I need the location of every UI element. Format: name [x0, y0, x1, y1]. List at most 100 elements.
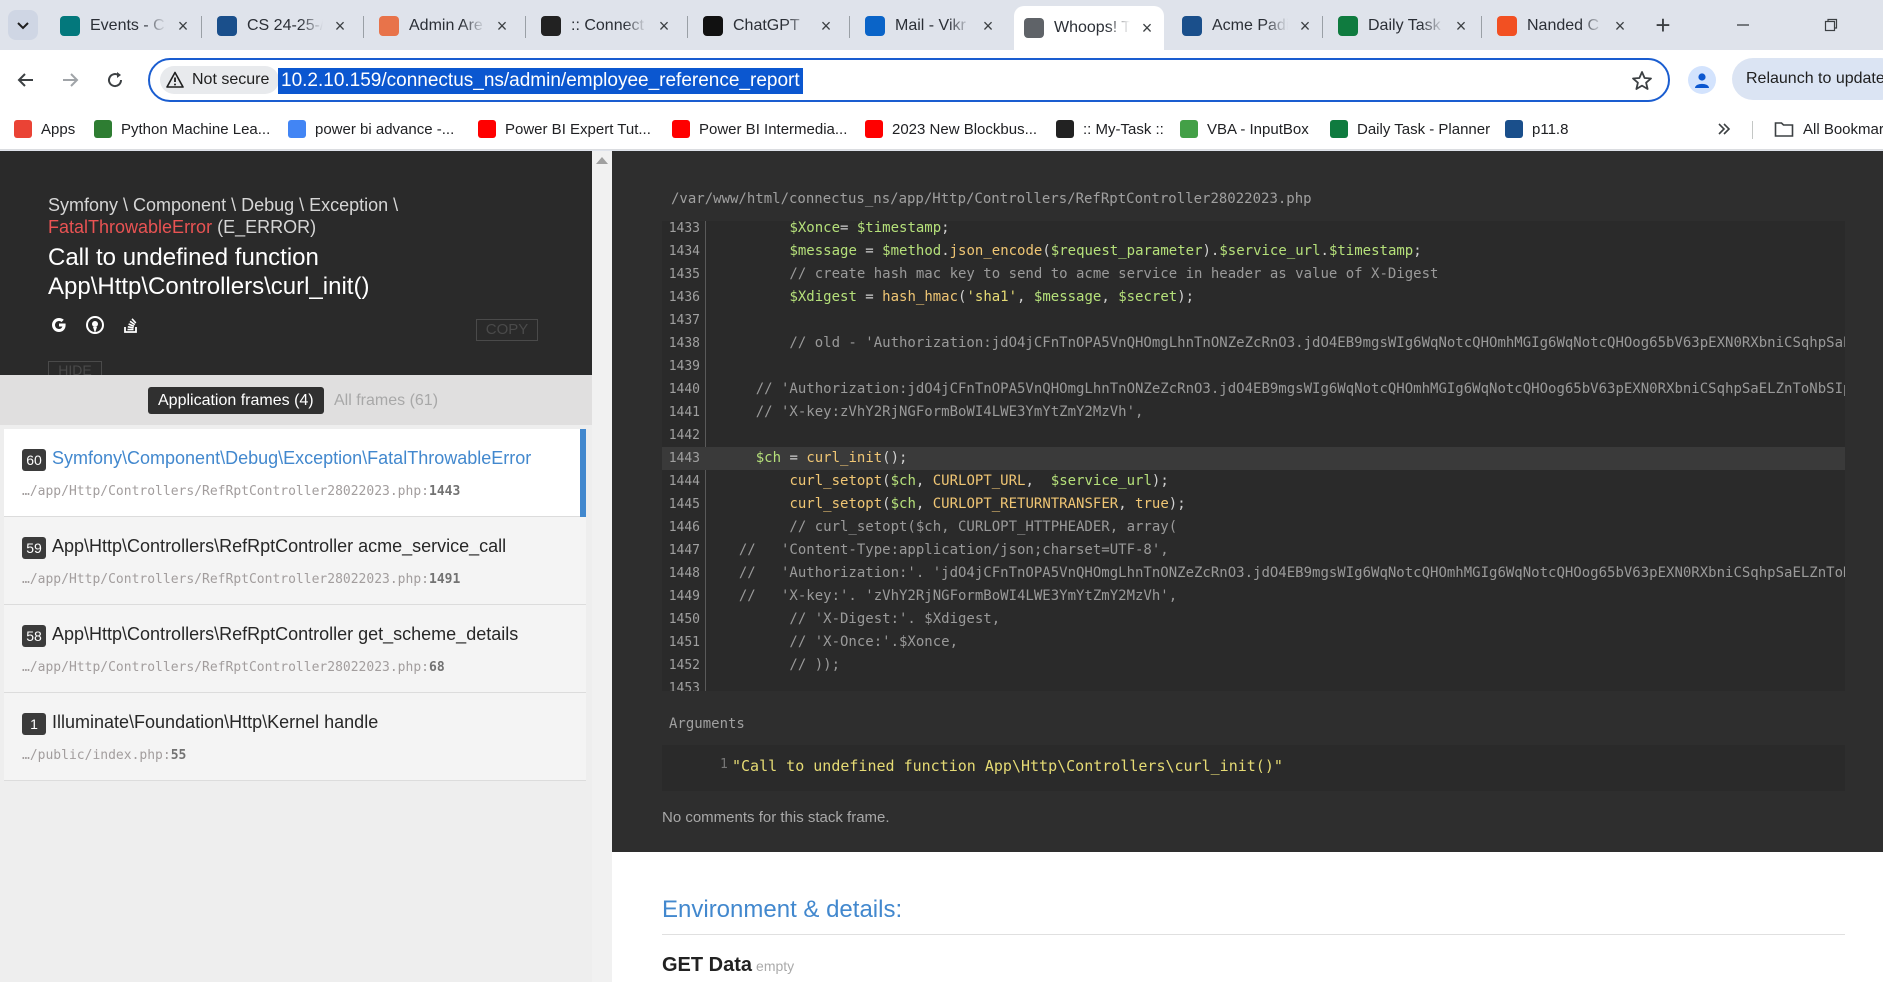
all-bookmarks-button[interactable]: All Bookmarks — [1774, 117, 1883, 141]
code-line: 1449 // 'X-key:'. 'zVhY2RjNGFormBoWI4LWE… — [662, 585, 1845, 608]
frame-file-path: …/public/index.php — [22, 748, 163, 763]
warning-icon — [166, 71, 184, 88]
bookmark-item[interactable]: Python Machine Lea... — [94, 117, 270, 141]
back-button[interactable] — [10, 64, 42, 96]
site-info-button[interactable]: Not secure — [160, 66, 280, 94]
tab[interactable]: :: Connect × — [531, 8, 681, 44]
tab[interactable]: Mail - Vikr × — [855, 8, 1005, 44]
frame-line: 68 — [429, 660, 445, 675]
bookmark-item[interactable]: VBA - InputBox — [1180, 117, 1309, 141]
address-bar[interactable]: Not secure 10.2.10.159/connectus_ns/admi… — [148, 58, 1670, 102]
frame-index: 58 — [22, 625, 46, 647]
tab[interactable]: Nanded C × — [1487, 8, 1637, 44]
exception-namespace: Symfony \ Component \ Debug \ Exception … — [48, 195, 399, 215]
close-icon[interactable]: × — [655, 16, 673, 36]
close-icon[interactable]: × — [1296, 16, 1314, 36]
bookmark-item[interactable]: p11.8 — [1505, 117, 1568, 141]
close-icon[interactable]: × — [817, 16, 835, 36]
minimize-button[interactable] — [1720, 10, 1766, 40]
tab[interactable]: ChatGPT × — [693, 8, 843, 44]
line-number: 1444 — [668, 474, 700, 489]
tab[interactable]: Events - Ca × — [50, 8, 200, 44]
code-text: // old - 'Authorization:jdO4jCFnTnOPA5Vn… — [722, 335, 1845, 351]
stackoverflow-icon[interactable] — [120, 314, 142, 336]
code-text: // 'Authorization:'. 'jdO4jCFnTnOPA5VnQH… — [722, 565, 1845, 581]
close-icon[interactable]: × — [1452, 16, 1470, 36]
tab[interactable]: Acme Padi × — [1172, 8, 1322, 44]
line-number: 1436 — [668, 290, 700, 305]
tab-title: Events - Ca — [90, 17, 166, 34]
bookmark-item[interactable]: :: My-Task :: — [1056, 117, 1164, 141]
close-icon[interactable]: × — [174, 16, 192, 36]
code-line: 1437 — [662, 309, 1845, 332]
tab-search-button[interactable] — [8, 10, 38, 40]
copy-button[interactable]: COPY — [476, 319, 538, 341]
bookmark-star-icon[interactable] — [1630, 69, 1654, 93]
tab-title: Mail - Vikr — [895, 17, 966, 34]
forward-button[interactable] — [54, 64, 86, 96]
planner-icon — [1330, 120, 1348, 138]
restore-button[interactable] — [1808, 10, 1854, 40]
scroll-up-arrow-icon[interactable] — [596, 157, 608, 164]
more-bookmarks-button[interactable] — [1716, 117, 1732, 141]
left-panel-scrollbar[interactable] — [592, 151, 612, 982]
code-text: curl_setopt($ch, CURLOPT_URL, $service_u… — [789, 473, 1169, 489]
frame-file: …/app/Http/Controllers/RefRptController2… — [22, 572, 461, 587]
bookmark-label: Python Machine Lea... — [121, 120, 271, 138]
tab[interactable]: Daily Task × — [1328, 8, 1478, 44]
close-icon[interactable]: × — [1138, 18, 1156, 38]
stack-frame[interactable]: 59 App\Http\Controllers\RefRptController … — [4, 517, 586, 605]
bookmark-label: Daily Task - Planner — [1357, 120, 1491, 138]
bookmark-item[interactable]: 2023 New Blockbus... — [865, 117, 1037, 141]
tab-title: Admin Are — [409, 17, 483, 34]
bookmark-item[interactable]: Power BI Intermedia... — [672, 117, 847, 141]
bookmark-label: Power BI Expert Tut... — [505, 120, 651, 138]
code-text: curl_setopt($ch, CURLOPT_RETURNTRANSFER,… — [789, 496, 1186, 512]
stack-frame[interactable]: 58 App\Http\Controllers\RefRptController … — [4, 605, 586, 693]
reload-button[interactable] — [99, 64, 131, 96]
argument-index: 1 — [720, 757, 728, 772]
google-icon[interactable] — [48, 314, 70, 336]
line-number: 1453 — [668, 681, 700, 691]
close-icon[interactable]: × — [979, 16, 997, 36]
url-text[interactable]: 10.2.10.159/connectus_ns/admin/employee_… — [278, 68, 803, 94]
relaunch-button[interactable]: Relaunch to update — [1732, 58, 1883, 100]
bookmark-label: power bi advance -... — [315, 120, 455, 138]
stack-frame[interactable]: 60 Symfony\Component\Debug\Exception\Fata… — [4, 429, 586, 517]
bookmark-label: Apps — [41, 120, 76, 138]
frame-index: 60 — [22, 449, 46, 471]
tab[interactable]: Whoops! T × — [1014, 6, 1164, 50]
duckduckgo-icon[interactable] — [84, 314, 106, 336]
tab-separator — [687, 16, 688, 38]
bookmark-item[interactable]: Power BI Expert Tut... — [478, 117, 651, 141]
bookmark-label: :: My-Task :: — [1083, 120, 1164, 138]
profile-button[interactable] — [1688, 66, 1716, 94]
code-text: $Xdigest = hash_hmac('sha1', $message, $… — [789, 289, 1195, 305]
bookmark-item[interactable]: Apps — [14, 117, 75, 141]
close-icon[interactable]: × — [493, 16, 511, 36]
code-text: // 'X-key:zVhY2RjNGFormBoWI4LWE3YmYtZmY2… — [722, 404, 1144, 420]
tab[interactable]: Admin Are × — [369, 8, 519, 44]
bookmark-item[interactable]: power bi advance -... — [288, 117, 454, 141]
tab-separator — [1481, 16, 1482, 38]
arrow-right-icon — [63, 73, 79, 87]
new-tab-button[interactable]: + — [1648, 10, 1678, 40]
tab-separator — [1322, 16, 1323, 38]
stack-frame[interactable]: 1 Illuminate\Foundation\Http\Kernel handl… — [4, 693, 586, 781]
application-frames-button[interactable]: Application frames (4) — [148, 387, 324, 414]
arguments-label: Arguments — [669, 716, 745, 732]
close-icon[interactable]: × — [331, 16, 349, 36]
all-frames-button[interactable]: All frames (61) — [324, 387, 448, 414]
comments-text: No comments for this stack frame. — [662, 809, 890, 826]
apps-grid-icon — [14, 120, 32, 138]
app-grid-icon — [217, 16, 237, 36]
person-icon — [1695, 73, 1709, 88]
tab[interactable]: CS 24-25-/ × — [207, 8, 357, 44]
frame-filter: Application frames (4) All frames (61) — [0, 375, 592, 425]
tab-strip: Events - Ca × CS 24-25-/ × Admin Are ×:: Conn… — [0, 0, 1883, 50]
close-icon[interactable]: × — [1611, 16, 1629, 36]
tab-title: Nanded C — [1527, 17, 1600, 34]
bookmark-item[interactable]: Daily Task - Planner — [1330, 117, 1490, 141]
line-number: 1450 — [668, 612, 700, 627]
minimize-icon — [1737, 24, 1749, 26]
